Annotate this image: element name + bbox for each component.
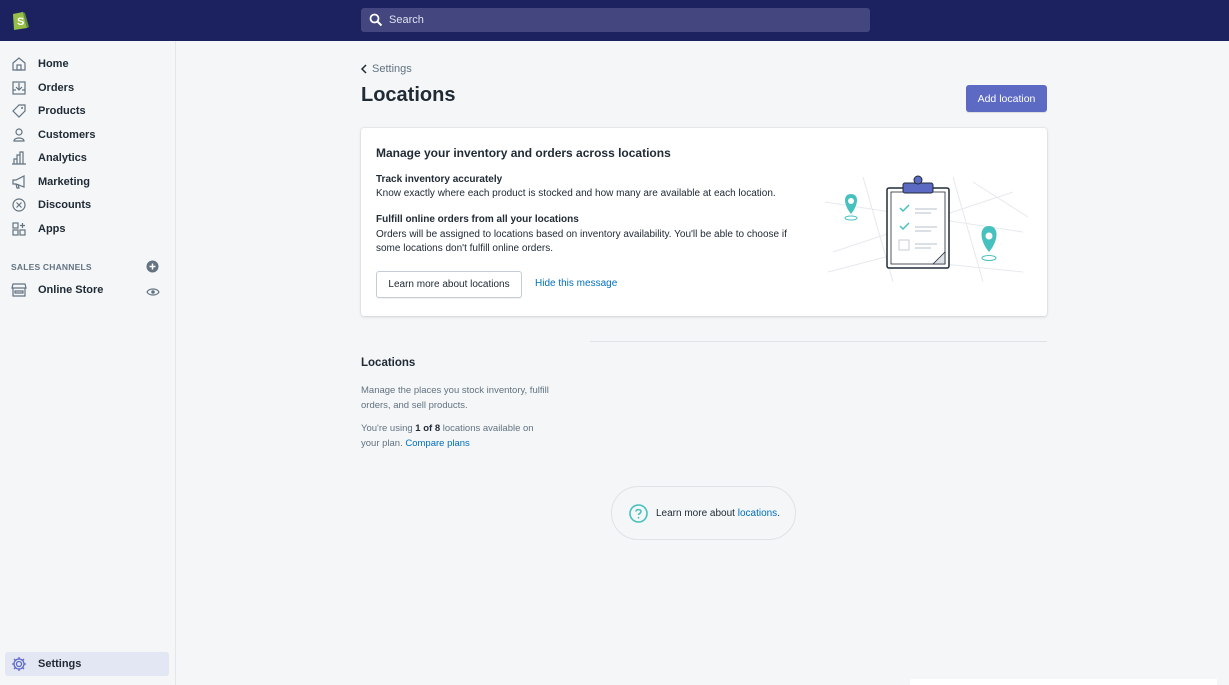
card-text-fulfill: Orders will be assigned to locations bas… xyxy=(376,229,787,254)
usage-prefix: You're using xyxy=(361,423,416,434)
tag-icon xyxy=(11,103,27,119)
sidebar-item-label: Home xyxy=(38,57,69,70)
megaphone-icon xyxy=(11,174,27,190)
locations-section-title: Locations xyxy=(361,357,416,369)
person-icon xyxy=(11,127,27,143)
sidebar-item-label: Products xyxy=(38,104,86,117)
search-input[interactable]: Search xyxy=(361,8,870,32)
svg-text:S: S xyxy=(17,16,24,28)
locations-usage-text: You're using 1 of 8 locations available … xyxy=(361,421,551,451)
hide-message-link[interactable]: Hide this message xyxy=(535,278,617,289)
discount-icon xyxy=(11,197,27,213)
card-heading-track: Track inventory accurately xyxy=(376,174,503,185)
bottom-strip xyxy=(910,679,1217,685)
page-title: Locations xyxy=(361,84,456,106)
help-suffix: . xyxy=(777,507,780,519)
sidebar-item-products[interactable]: Products xyxy=(0,99,176,122)
card-heading-fulfill: Fulfill online orders from all your loca… xyxy=(376,214,579,225)
sidebar: Home Orders Products Customers Analytics… xyxy=(0,41,176,685)
question-circle-icon xyxy=(629,503,648,523)
sidebar-item-label: Marketing xyxy=(38,175,90,188)
sidebar-item-apps[interactable]: Apps xyxy=(0,217,176,240)
sidebar-item-label: Customers xyxy=(38,128,96,141)
compare-plans-link[interactable]: Compare plans xyxy=(405,438,469,449)
locations-illustration xyxy=(824,175,1029,283)
help-text: Learn more about locations. xyxy=(656,508,780,519)
orders-icon xyxy=(11,80,27,96)
add-location-button[interactable]: Add location xyxy=(966,85,1047,112)
eye-icon[interactable] xyxy=(146,285,160,297)
breadcrumb[interactable]: Settings xyxy=(360,63,412,75)
sidebar-item-orders[interactable]: Orders xyxy=(0,76,176,99)
sidebar-item-settings[interactable]: Settings xyxy=(5,652,169,676)
card-title: Manage your inventory and orders across … xyxy=(376,146,671,160)
bar-chart-icon xyxy=(11,150,27,166)
search-placeholder: Search xyxy=(389,14,424,26)
sidebar-item-marketing[interactable]: Marketing xyxy=(0,170,176,193)
add-channel-icon[interactable] xyxy=(146,260,159,273)
locations-section-description: Manage the places you stock inventory, f… xyxy=(361,385,549,411)
locations-help-link[interactable]: locations xyxy=(738,508,777,519)
divider xyxy=(590,341,1047,342)
sidebar-item-label: Online Store xyxy=(38,283,104,296)
sidebar-item-analytics[interactable]: Analytics xyxy=(0,146,176,169)
top-bar: S Search xyxy=(0,0,1229,41)
learn-more-button[interactable]: Learn more about locations xyxy=(376,271,522,298)
search-icon xyxy=(369,13,383,27)
sidebar-item-label: Analytics xyxy=(38,151,87,164)
sidebar-item-label: Apps xyxy=(38,222,66,235)
sidebar-item-customers[interactable]: Customers xyxy=(0,123,176,146)
help-footer: Learn more about locations. xyxy=(611,486,796,540)
sidebar-item-label: Discounts xyxy=(38,198,92,211)
shopify-logo-icon[interactable]: S xyxy=(10,9,30,31)
breadcrumb-label: Settings xyxy=(372,63,412,75)
info-card: Manage your inventory and orders across … xyxy=(361,128,1047,316)
sidebar-item-home[interactable]: Home xyxy=(0,52,176,75)
chevron-left-icon xyxy=(360,64,368,74)
sidebar-item-discounts[interactable]: Discounts xyxy=(0,193,176,216)
usage-count: 1 of 8 xyxy=(415,423,441,434)
card-text-track: Know exactly where each product is stock… xyxy=(376,188,776,199)
store-icon xyxy=(11,282,27,298)
sales-channels-heading: SALES CHANNELS xyxy=(11,262,92,272)
apps-icon xyxy=(11,221,27,237)
home-icon xyxy=(11,56,27,72)
sidebar-item-label: Settings xyxy=(38,658,82,670)
gear-icon xyxy=(11,656,27,672)
help-prefix: Learn more about xyxy=(656,507,738,519)
sidebar-item-label: Orders xyxy=(38,81,75,94)
